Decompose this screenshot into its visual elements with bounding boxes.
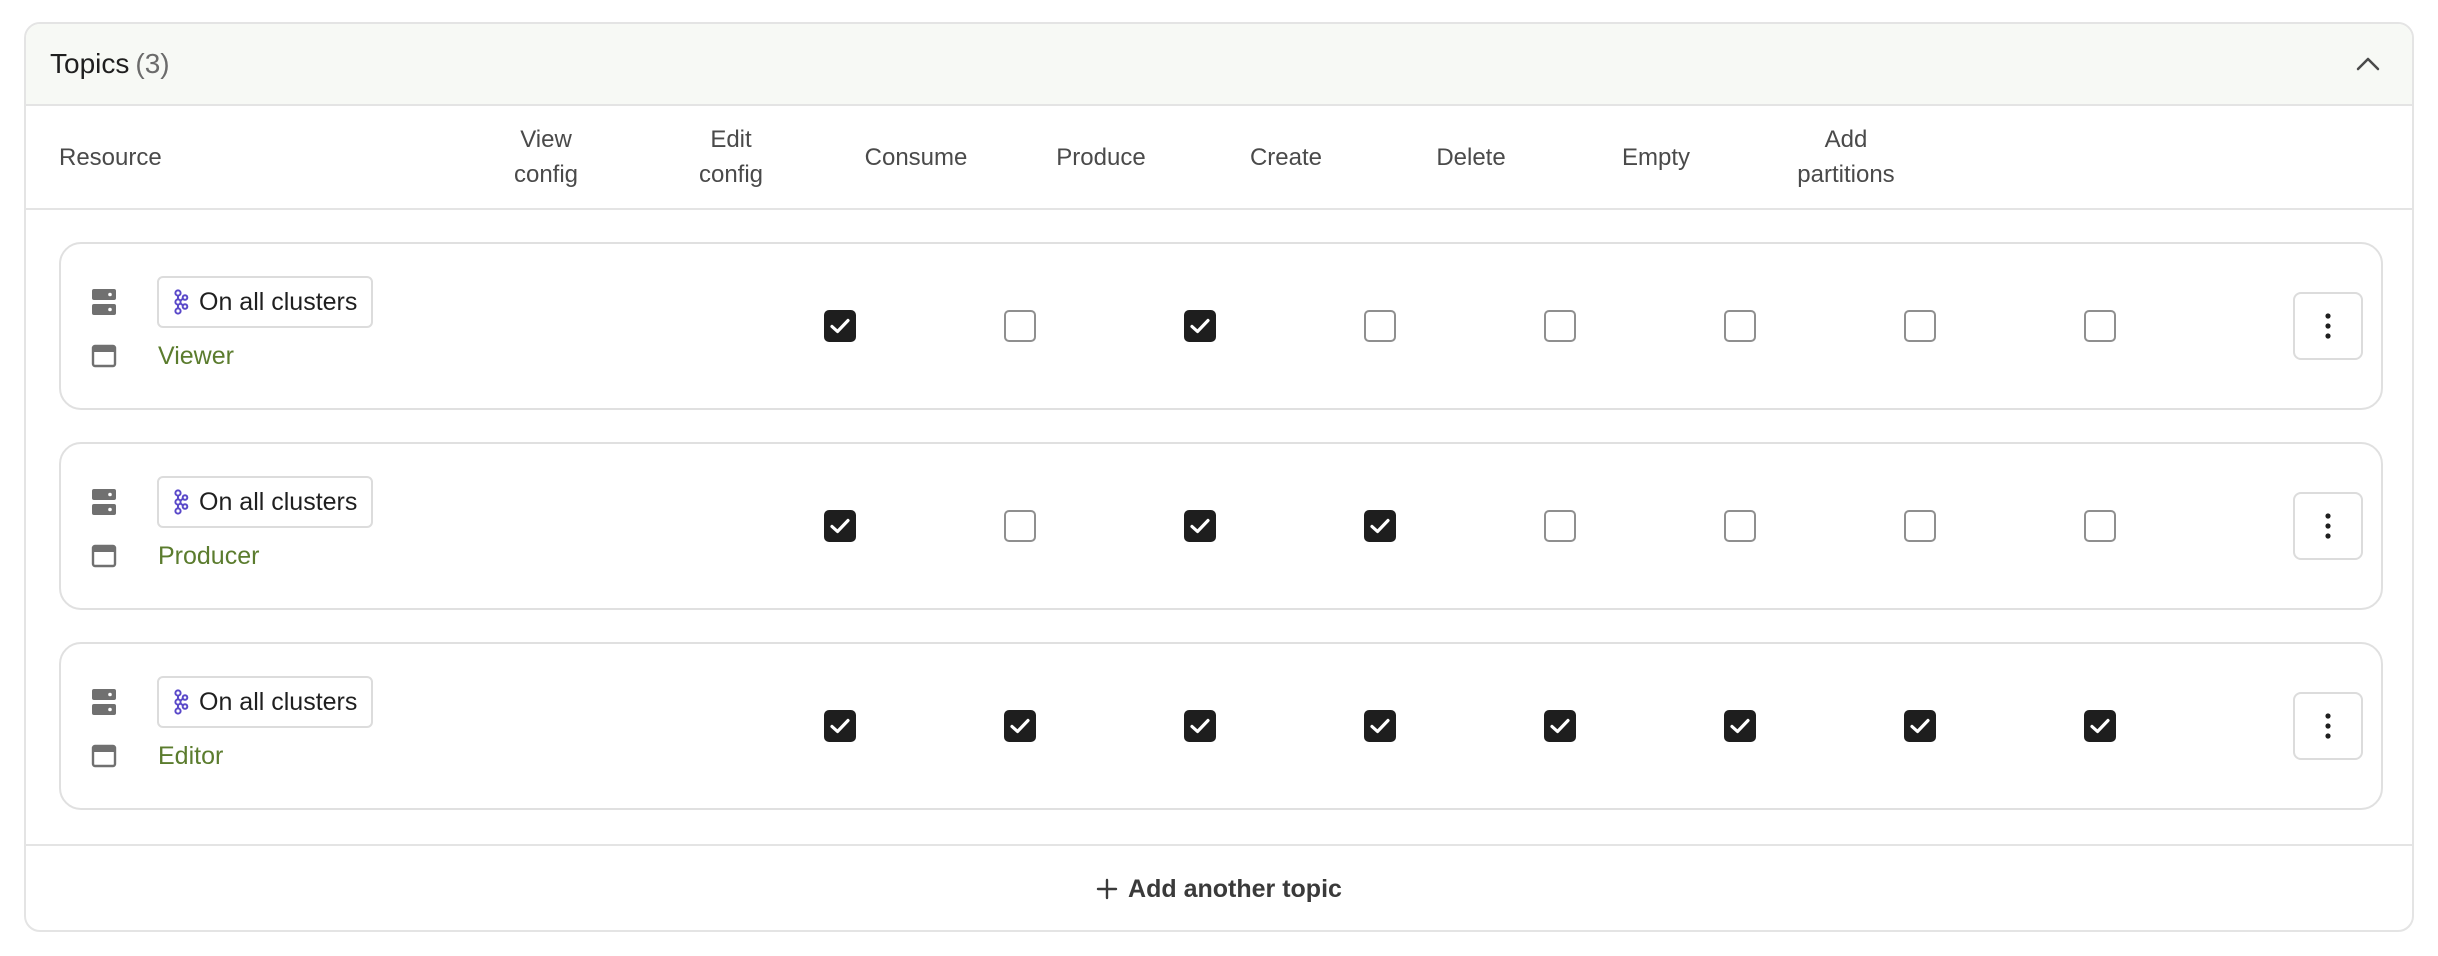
topic-window-icon	[91, 544, 117, 568]
checkbox-empty[interactable]	[1904, 310, 1936, 342]
checkbox-delete[interactable]	[1724, 510, 1756, 542]
checkbox-edit-config[interactable]	[1004, 710, 1036, 742]
section-count: (3)	[135, 48, 170, 79]
checkbox-edit-config[interactable]	[1004, 510, 1036, 542]
checkbox-create[interactable]	[1544, 510, 1576, 542]
checkbox-empty[interactable]	[1904, 710, 1936, 742]
col-header-create: Create	[1249, 143, 1323, 171]
check-icon	[1190, 318, 1210, 334]
topic-row: On all clusters Producer	[59, 442, 2383, 610]
col-header-empty: Empty	[1621, 143, 1690, 171]
col-header-line: Add	[1824, 126, 1868, 153]
check-icon	[1010, 718, 1030, 734]
checkbox-produce[interactable]	[1364, 510, 1396, 542]
checkbox-add-partitions[interactable]	[2084, 510, 2116, 542]
col-header-produce: Produce	[1056, 143, 1146, 171]
topic-name-link[interactable]: Viewer	[158, 342, 234, 371]
more-vertical-icon	[2325, 713, 2331, 739]
plus-icon	[1096, 878, 1118, 900]
checkbox-view-config[interactable]	[824, 310, 856, 342]
col-header-add-partitions: Add partitions	[1766, 106, 1926, 208]
checkbox-produce[interactable]	[1364, 710, 1396, 742]
cluster-scope-chip[interactable]: On all clusters	[157, 676, 374, 728]
col-header-line: config	[698, 161, 764, 188]
col-header-consume: Consume	[864, 143, 968, 171]
add-another-topic-label: Add another topic	[1128, 874, 1342, 903]
topic-name-link[interactable]: Editor	[158, 742, 223, 771]
check-icon	[830, 318, 850, 334]
server-stack-icon	[92, 689, 116, 715]
cluster-scope-label: On all clusters	[199, 287, 358, 316]
check-icon	[1910, 718, 1930, 734]
col-header-line: View	[520, 126, 572, 153]
check-icon	[830, 718, 850, 734]
cluster-scope-label: On all clusters	[199, 687, 358, 716]
row-more-button[interactable]	[2293, 492, 2363, 560]
topic-window-icon	[91, 344, 117, 368]
check-icon	[1190, 718, 1210, 734]
topic-row: On all clusters Viewer	[59, 242, 2383, 410]
server-stack-icon	[92, 489, 116, 515]
checkbox-delete[interactable]	[1724, 710, 1756, 742]
topics-panel: Topics (3) Resource View config Edit config…	[24, 22, 2414, 932]
checkbox-delete[interactable]	[1724, 310, 1756, 342]
collapse-button[interactable]	[2346, 42, 2390, 86]
checkbox-consume[interactable]	[1184, 310, 1216, 342]
check-icon	[1550, 718, 1570, 734]
kafka-cluster-icon	[174, 489, 189, 515]
topic-row: On all clusters Editor	[59, 642, 2383, 810]
col-header-line: Edit	[710, 126, 752, 153]
more-vertical-icon	[2325, 313, 2331, 339]
cluster-scope-label: On all clusters	[199, 487, 358, 516]
server-stack-icon	[92, 289, 116, 315]
checkbox-consume[interactable]	[1184, 710, 1216, 742]
row-more-button[interactable]	[2293, 692, 2363, 760]
more-vertical-icon	[2325, 513, 2331, 539]
checkbox-add-partitions[interactable]	[2084, 310, 2116, 342]
checkbox-view-config[interactable]	[824, 710, 856, 742]
topic-window-icon	[91, 744, 117, 768]
row-more-button[interactable]	[2293, 292, 2363, 360]
add-another-topic-button[interactable]: Add another topic	[1096, 875, 1342, 904]
section-title: Topics (3)	[50, 48, 170, 80]
topic-name-link[interactable]: Producer	[158, 542, 259, 571]
footer: Add another topic	[26, 844, 2412, 930]
check-icon	[830, 518, 850, 534]
section-title-text: Topics	[50, 48, 130, 79]
checkbox-view-config[interactable]	[824, 510, 856, 542]
cluster-scope-chip[interactable]: On all clusters	[157, 276, 374, 328]
check-icon	[1730, 718, 1750, 734]
cluster-scope-chip[interactable]: On all clusters	[157, 476, 374, 528]
panel-header[interactable]: Topics (3)	[26, 24, 2412, 106]
chevron-up-icon	[2356, 57, 2380, 71]
check-icon	[1370, 718, 1390, 734]
column-header-row: Resource View config Edit config Consume P…	[26, 106, 2412, 210]
check-icon	[1370, 518, 1390, 534]
checkbox-consume[interactable]	[1184, 510, 1216, 542]
col-header-delete: Delete	[1436, 143, 1506, 171]
col-header-view-config: View config	[471, 106, 621, 208]
kafka-cluster-icon	[174, 689, 189, 715]
kafka-cluster-icon	[174, 289, 189, 315]
col-header-edit-config: Edit config	[656, 106, 806, 208]
checkbox-edit-config[interactable]	[1004, 310, 1036, 342]
col-header-line: config	[513, 161, 579, 188]
check-icon	[2090, 718, 2110, 734]
checkbox-empty[interactable]	[1904, 510, 1936, 542]
checkbox-create[interactable]	[1544, 710, 1576, 742]
checkbox-add-partitions[interactable]	[2084, 710, 2116, 742]
checkbox-produce[interactable]	[1364, 310, 1396, 342]
col-header-resource: Resource	[59, 143, 162, 171]
check-icon	[1190, 518, 1210, 534]
checkbox-create[interactable]	[1544, 310, 1576, 342]
col-header-line: partitions	[1797, 161, 1895, 188]
